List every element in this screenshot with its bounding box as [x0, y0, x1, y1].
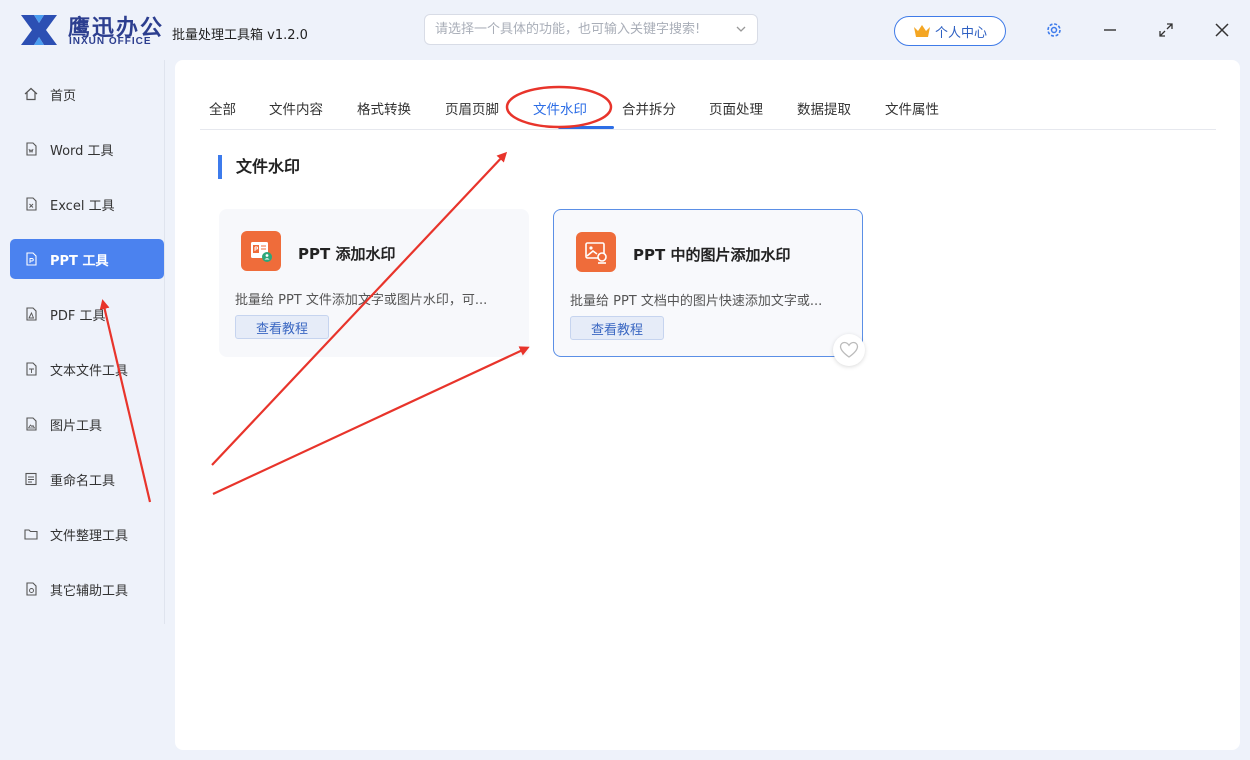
tab-format-convert[interactable]: 格式转换: [357, 98, 411, 118]
tools-icon: [26, 582, 37, 596]
sidebar-item-organize[interactable]: 文件整理工具: [10, 514, 164, 554]
tab-data-extract[interactable]: 数据提取: [797, 98, 851, 118]
app-title: 批量处理工具箱 v1.2.0: [172, 28, 308, 43]
view-tutorial-button[interactable]: 查看教程: [235, 315, 329, 339]
title-bar: 鹰迅办公 INXUN OFFICE 批量处理工具箱 v1.2.0 个人中心: [0, 0, 1250, 60]
tab-page-process[interactable]: 页面处理: [709, 98, 763, 118]
chevron-down-icon[interactable]: [735, 23, 747, 35]
sidebar-item-excel[interactable]: Excel 工具: [10, 184, 164, 224]
sidebar-item-rename[interactable]: 重命名工具: [10, 459, 164, 499]
active-tab-indicator: [558, 126, 614, 129]
sidebar-item-image[interactable]: 图片工具: [10, 404, 164, 444]
minimize-icon[interactable]: [1100, 20, 1120, 40]
sidebar-item-text[interactable]: 文本文件工具: [10, 349, 164, 389]
app-logo-icon: [21, 15, 57, 45]
user-center-button[interactable]: 个人中心: [894, 16, 1006, 46]
card-description: 批量给 PPT 文件添加文字或图片水印，可...: [235, 293, 488, 308]
sidebar-item-pdf[interactable]: PDF 工具: [10, 294, 164, 334]
tool-card-ppt-image-watermark[interactable]: PPT 中的图片添加水印 批量给 PPT 文档中的图片快速添加文字或... 查看…: [553, 209, 863, 357]
text-file-icon: [26, 362, 37, 376]
sidebar-item-ppt[interactable]: PPT 工具: [10, 239, 164, 279]
card-title: PPT 添加水印: [298, 245, 396, 263]
tab-all[interactable]: 全部: [209, 98, 236, 118]
main-panel: 全部 文件内容 格式转换 页眉页脚 文件水印 合并拆分 页面处理 数据提取 文件…: [175, 60, 1240, 750]
view-tutorial-button[interactable]: 查看教程: [570, 316, 664, 340]
maximize-icon[interactable]: [1156, 20, 1176, 40]
folder-icon: [24, 529, 38, 540]
ppt-watermark-icon: [241, 231, 281, 271]
tab-file-content[interactable]: 文件内容: [269, 98, 323, 118]
sidebar-item-word[interactable]: Word 工具: [10, 129, 164, 169]
tab-header-footer[interactable]: 页眉页脚: [445, 98, 499, 118]
search-input[interactable]: [435, 15, 725, 44]
sidebar-item-label: PDF 工具: [50, 308, 106, 324]
sidebar-item-label: PPT 工具: [50, 253, 109, 269]
sidebar-item-other[interactable]: 其它辅助工具: [10, 569, 164, 609]
category-tabs: 全部 文件内容 格式转换 页眉页脚 文件水印 合并拆分 页面处理 数据提取 文件…: [200, 60, 1216, 130]
sidebar-item-label: 文本文件工具: [50, 363, 129, 379]
sidebar-item-label: 首页: [50, 88, 77, 104]
card-description: 批量给 PPT 文档中的图片快速添加文字或...: [570, 294, 823, 309]
excel-file-icon: [26, 197, 37, 211]
sidebar-item-label: 图片工具: [50, 418, 103, 434]
ppt-file-icon: [26, 252, 37, 266]
user-center-label: 个人中心: [934, 25, 987, 41]
tab-merge-split[interactable]: 合并拆分: [622, 98, 676, 118]
word-file-icon: [26, 142, 37, 156]
card-title: PPT 中的图片添加水印: [633, 246, 791, 264]
sidebar: 首页 Word 工具 Excel 工具 PPT 工具 PDF 工具 文本文件工具…: [0, 60, 165, 624]
tool-card-ppt-watermark[interactable]: PPT 添加水印 批量给 PPT 文件添加文字或图片水印，可... 查看教程: [219, 209, 529, 357]
tab-file-watermark[interactable]: 文件水印: [533, 98, 587, 118]
tab-file-properties[interactable]: 文件属性: [885, 98, 939, 118]
favorite-heart-icon[interactable]: [833, 334, 865, 366]
search-box[interactable]: [424, 14, 758, 45]
sidebar-item-label: Word 工具: [50, 143, 114, 159]
image-file-icon: [26, 417, 37, 431]
sidebar-item-label: Excel 工具: [50, 198, 115, 214]
crown-icon: [913, 25, 930, 37]
rename-icon: [25, 472, 37, 486]
sidebar-item-label: 其它辅助工具: [50, 583, 129, 599]
close-icon[interactable]: [1212, 20, 1232, 40]
home-icon: [24, 87, 38, 101]
section-title: 文件水印: [218, 155, 300, 179]
brand-name-en: INXUN OFFICE: [69, 36, 152, 47]
sidebar-item-label: 文件整理工具: [50, 528, 129, 544]
ppt-image-watermark-icon: [576, 232, 616, 272]
sidebar-item-home[interactable]: 首页: [10, 74, 164, 114]
sidebar-item-label: 重命名工具: [50, 473, 116, 489]
pdf-file-icon: [26, 307, 37, 321]
gear-icon[interactable]: [1044, 20, 1064, 40]
